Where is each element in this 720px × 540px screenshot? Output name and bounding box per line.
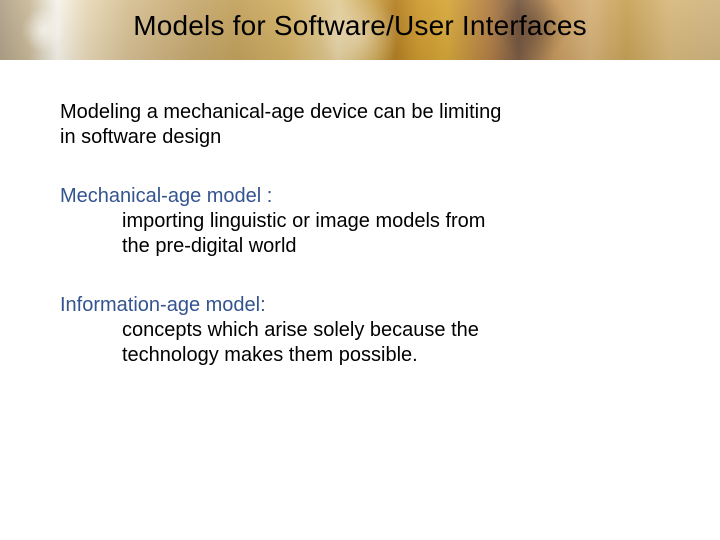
section-line: importing linguistic or image models fro… [122,209,620,234]
section-line: the pre-digital world [122,234,620,259]
intro-paragraph: Modeling a mechanical-age device can be … [60,100,620,150]
intro-line: Modeling a mechanical-age device can be … [60,100,620,125]
section-line: technology makes them possible. [122,343,620,368]
slide-title: Models for Software/User Interfaces [60,10,660,42]
section-heading: Mechanical-age model : [60,184,620,209]
intro-line: in software design [60,125,620,150]
section-line: concepts which arise solely because the [122,318,620,343]
section-heading: Information-age model: [60,293,620,318]
section-mechanical: Mechanical-age model : importing linguis… [60,184,620,259]
slide-body: Modeling a mechanical-age device can be … [60,100,620,402]
section-information: Information-age model: concepts which ar… [60,293,620,368]
